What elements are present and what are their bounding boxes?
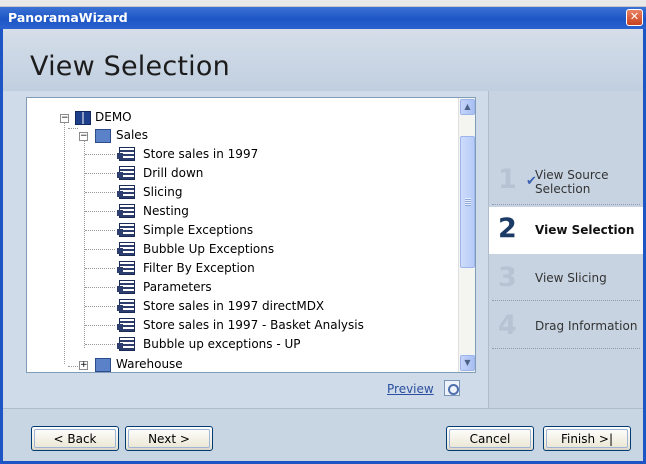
view-tree[interactable]: − DEMO − Sales Store sales in 1997 Drill… [26,97,476,373]
tree-node-label: Sales [116,128,148,142]
tree-item-label: Store sales in 1997 directMDX [143,299,325,313]
tree-guide-line [85,325,115,326]
tree-item-label: Store sales in 1997 [143,147,259,161]
step-label: View Source [535,168,609,182]
tree-node-label: Warehouse [116,357,183,371]
tree-node-warehouse[interactable]: Warehouse [116,355,183,372]
back-button-label: < Back [34,429,116,448]
view-icon [117,166,135,180]
finish-button-label: Finish >| [546,429,628,448]
step-divider [492,300,640,301]
view-icon [117,223,135,237]
tree-item[interactable]: Drill down [143,164,203,182]
tree-item[interactable]: Bubble up exceptions - UP [143,335,301,353]
next-button-label: Next > [128,429,210,448]
tree-item-label: Simple Exceptions [143,223,254,237]
view-icon [117,299,135,313]
scroll-up-icon[interactable]: ▲ [460,99,475,115]
tree-guide-line [85,230,115,231]
step-view-selection: 2 View Selection [489,207,643,254]
tree-guide-line [85,249,115,250]
folder-icon [95,358,111,372]
step-view-slicing: 3 View Slicing [489,256,643,300]
tree-guide-line [85,306,115,307]
view-icon [117,185,135,199]
tree-item[interactable]: Parameters [143,278,212,296]
scroll-thumb[interactable] [460,136,475,268]
collapse-icon[interactable]: − [60,114,69,123]
view-icon [117,204,135,218]
tree-node-label: DEMO [95,110,132,124]
folder-icon [95,129,111,143]
view-icon [117,280,135,294]
tree-item[interactable]: Filter By Exception [143,259,255,277]
step-label: Selection [535,182,591,196]
tree-item[interactable]: Store sales in 1997 [143,145,258,163]
vertical-scrollbar[interactable]: ▲ ▼ [458,98,475,372]
step-label: View Slicing [535,271,607,285]
tree-item-label: Bubble Up Exceptions [143,242,275,256]
next-button[interactable]: Next > [125,426,213,451]
tree-item[interactable]: Bubble Up Exceptions [143,240,274,258]
view-icon [117,242,135,256]
tree-item-label: Store sales in 1997 - Basket Analysis [143,318,364,332]
window-title: PanoramaWizard [8,10,128,25]
step-label: View Selection [535,223,635,237]
background-strip [0,0,646,7]
tree-item[interactable]: Nesting [143,202,189,220]
title-bar: PanoramaWizard ✕ [0,7,646,29]
step-divider [492,348,640,349]
step-number: 4 [498,310,517,341]
tree-guide-line [68,128,78,129]
tree-node-demo[interactable]: DEMO [95,108,132,126]
step-divider [492,204,640,205]
step-number: 2 [498,213,517,244]
wizard-header: View Selection [3,29,643,91]
tree-guide-line [85,268,115,269]
preview-link[interactable]: Preview [387,382,434,396]
tree-guide-line [84,136,85,348]
expand-icon[interactable]: + [79,361,88,370]
tree-guide-line [64,120,65,364]
book-icon [75,111,91,125]
tree-item-label: Nesting [143,204,189,218]
scroll-down-icon[interactable]: ▼ [460,355,475,371]
tree-item[interactable]: Simple Exceptions [143,221,253,239]
view-icon [117,147,135,161]
tree-item-label: Filter By Exception [143,261,255,275]
tree-item-label: Bubble up exceptions - UP [143,337,301,351]
tree-item-label: Drill down [143,166,204,180]
step-number: 1 [498,164,517,195]
tree-guide-line [85,173,115,174]
view-icon [117,261,135,275]
step-number: 3 [498,262,517,293]
cancel-button-label: Cancel [449,429,531,448]
tree-item[interactable]: Store sales in 1997 directMDX [143,297,324,315]
step-drag-information: 4 Drag Information [489,304,643,348]
page-title: View Selection [30,51,230,82]
collapse-icon[interactable]: − [79,132,88,141]
finish-button[interactable]: Finish >| [543,426,631,451]
tree-item[interactable]: Store sales in 1997 - Basket Analysis [143,316,364,334]
tree-node-sales[interactable]: Sales [116,126,148,144]
back-button[interactable]: < Back [31,426,119,451]
tree-guide-line [85,154,115,155]
tree-guide-line [85,287,115,288]
tree-item-label: Slicing [143,185,183,199]
step-label: Drag Information [535,319,638,333]
cancel-button[interactable]: Cancel [446,426,534,451]
view-icon [117,318,135,332]
tree-item[interactable]: Slicing [143,183,182,201]
tree-guide-line [85,211,115,212]
tree-item-label: Parameters [143,280,212,294]
grip-icon [465,198,471,206]
step-view-source-selection: 1 ✔ View Source Selection [489,158,643,202]
tree-guide-line [85,192,115,193]
tree-guide-line [85,344,115,345]
close-icon[interactable]: ✕ [626,9,643,26]
tree-guide-line [68,366,78,367]
magnifier-icon[interactable] [444,380,460,396]
view-icon [117,337,135,351]
